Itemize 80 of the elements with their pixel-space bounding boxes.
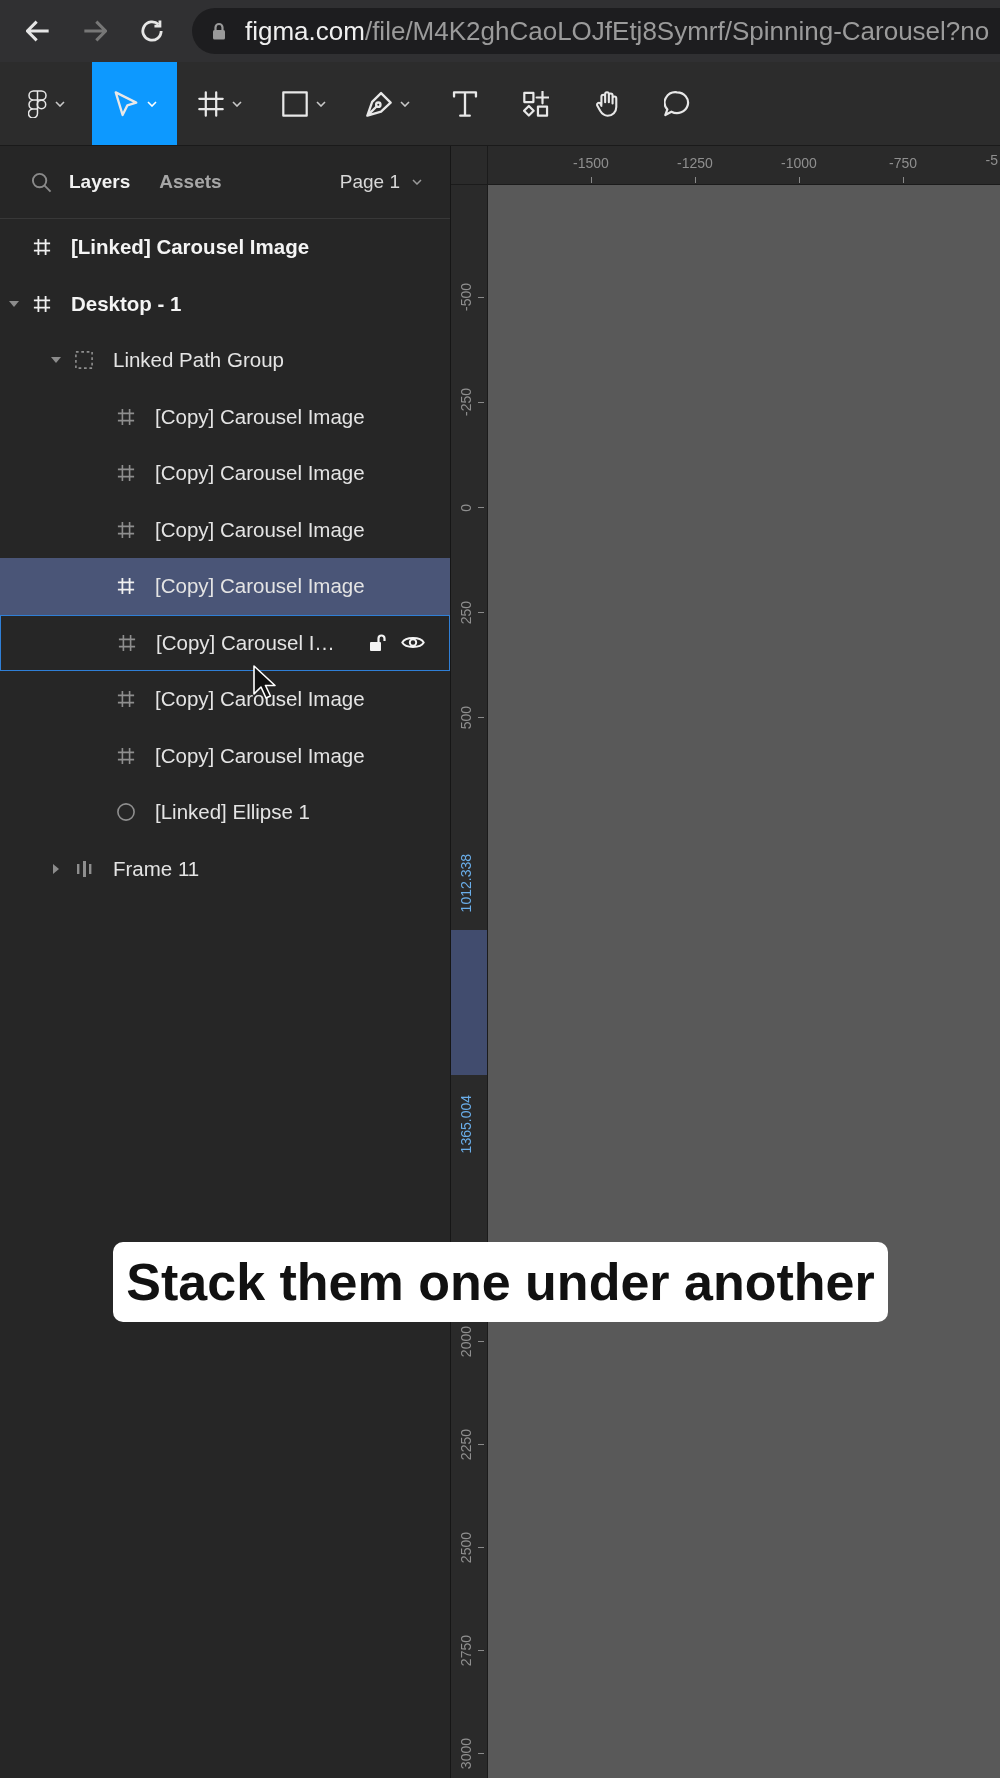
reload-icon [140, 20, 164, 42]
ruler-tick [798, 177, 800, 183]
layer-row[interactable]: [Copy] Carousel I… [0, 614, 450, 671]
ruler-label: -1250 [677, 155, 713, 171]
unlocked-lock-icon[interactable] [369, 633, 386, 652]
ruler-label: 0 [458, 503, 474, 512]
ruler-tick [478, 1753, 484, 1754]
lock-icon [212, 22, 226, 40]
back-icon [26, 20, 50, 42]
ruler-tick [478, 402, 484, 403]
ruler-label: 250 [458, 600, 474, 625]
chevron-down-icon [412, 179, 422, 185]
hash-icon [117, 577, 135, 596]
ruler-tick [694, 177, 696, 183]
ruler-label: 2000 [458, 1325, 474, 1358]
layer-row[interactable]: Desktop - 1 [0, 275, 450, 332]
layer-row[interactable]: Frame 11 [0, 840, 450, 897]
pen-nib-icon [365, 90, 392, 117]
ruler-label: -5 [985, 152, 998, 168]
ruler-label: 500 [458, 705, 474, 730]
ruler-label: 2500 [458, 1531, 474, 1564]
bars-icon [75, 859, 93, 878]
caption: Stack them one under another [113, 1242, 888, 1322]
search-icon[interactable] [31, 171, 52, 193]
dashed-square-icon [75, 351, 93, 370]
layer-row[interactable]: [Copy] Carousel Image [0, 727, 450, 784]
hash-icon [117, 464, 135, 483]
eye-icon[interactable] [401, 635, 425, 651]
layer-row[interactable]: [Copy] Carousel Image [0, 501, 450, 558]
ruler-label: -250 [458, 388, 474, 417]
ruler-tick [478, 1444, 484, 1445]
ruler-label: 2750 [458, 1634, 474, 1667]
selection-start-label: 1012.338 [458, 853, 474, 912]
ruler-label: -750 [889, 155, 917, 171]
ruler-label: -500 [458, 283, 474, 312]
hash-icon [117, 520, 135, 539]
circle-icon [117, 803, 135, 822]
layer-row[interactable]: [Copy] Carousel Image [0, 671, 450, 728]
layer-row[interactable]: [Copy] Carousel Image [0, 558, 450, 615]
forward-icon [83, 20, 107, 42]
layer-row[interactable]: [Copy] Carousel Image [0, 388, 450, 445]
page-selector[interactable]: Page 1 [339, 171, 422, 193]
ruler-label: 2250 [458, 1428, 474, 1461]
hash-icon [33, 294, 51, 313]
logo-icon [27, 89, 47, 118]
ruler-tick [478, 297, 484, 298]
ruler-tick [478, 612, 484, 613]
ruler-tick [590, 177, 592, 183]
layer-row[interactable]: [Linked] Carousel Image [0, 219, 450, 276]
caret-down-icon[interactable] [9, 300, 19, 307]
hash-icon [197, 90, 224, 117]
ruler-tick [478, 507, 484, 508]
layer-row[interactable]: Linked Path Group [0, 332, 450, 389]
ruler-tick [902, 177, 904, 183]
hash-icon [118, 633, 136, 652]
address-bar[interactable]: figma.com/file/M4K2ghCaoLOJfEtj8Symrf/Spinning-Carousel?no [192, 8, 1000, 54]
ruler-tick [478, 1341, 484, 1342]
caret-down-icon[interactable] [51, 357, 61, 364]
hash-icon [117, 690, 135, 709]
hash-icon [33, 238, 51, 257]
layer-row[interactable]: [Linked] Ellipse 1 [0, 784, 450, 841]
hash-icon [117, 746, 135, 765]
layer-row[interactable]: [Copy] Carousel Image [0, 445, 450, 502]
text-icon [452, 90, 478, 117]
ruler-tick [478, 717, 484, 718]
selection-end-label: 1365.004 [458, 1095, 474, 1154]
ruler-label: -1500 [573, 155, 609, 171]
ruler-label: -1000 [781, 155, 817, 171]
hash-icon [117, 407, 135, 426]
pointer-icon [112, 90, 139, 117]
panel-tab[interactable]: Layers [69, 171, 131, 193]
square-icon [281, 90, 308, 117]
shapes-icon [523, 90, 549, 117]
ruler-tick [478, 1547, 484, 1548]
speech-bubble-icon [664, 90, 690, 117]
caret-right-icon[interactable] [53, 863, 59, 874]
hand-icon [594, 90, 620, 117]
ruler-label: 3000 [458, 1737, 474, 1770]
ruler-tick [478, 1650, 484, 1651]
panel-tab[interactable]: Assets [159, 171, 222, 193]
